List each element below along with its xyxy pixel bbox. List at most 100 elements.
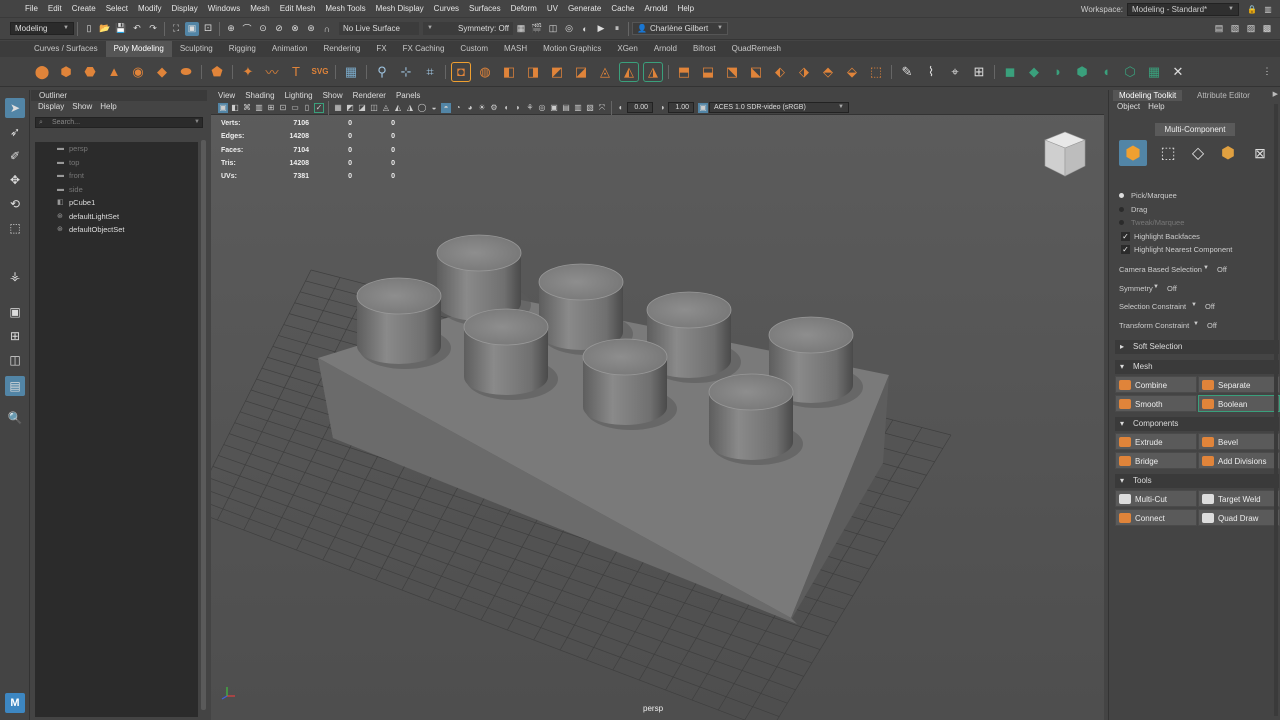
combine-button[interactable]: Combine <box>1115 376 1197 393</box>
workspace-dropdown[interactable]: Modeling - Standard* ▼ <box>1127 2 1239 16</box>
sidebar-toggle-icon[interactable]: ▤ <box>1212 22 1226 36</box>
uv-layout-icon[interactable]: ◖ <box>1096 62 1116 82</box>
menu-windows[interactable]: Windows <box>203 0 245 18</box>
outliner-item[interactable]: ⊛ defaultLightSet <box>35 210 198 224</box>
lock-icon[interactable]: 🔒 <box>1245 2 1259 16</box>
outliner-item[interactable]: ▬ side <box>35 183 198 197</box>
outliner-menu-help[interactable]: Help <box>96 101 120 113</box>
shelf-tab-custom[interactable]: Custom <box>452 41 496 57</box>
modeling-toolkit-icon[interactable]: ▧ <box>1228 22 1242 36</box>
safe-title-icon[interactable]: ▧ <box>585 103 595 113</box>
xray-joints-icon[interactable]: ◯ <box>417 103 427 113</box>
outliner-search[interactable]: ⌕ Search... ▼ <box>35 117 203 128</box>
open-scene-icon[interactable]: 📂 <box>98 22 112 36</box>
viewport-panel[interactable]: View Shading Lighting Show Renderer Panels ▣ … <box>211 90 1104 720</box>
snap-curve-icon[interactable]: ⌒ <box>240 22 254 36</box>
poly-disc-icon[interactable]: ⬬ <box>176 62 196 82</box>
account-dropdown[interactable]: 👤 Charlène Gilbert ▼ <box>632 22 728 35</box>
menu-uv[interactable]: UV <box>542 0 563 18</box>
multi-component-icon[interactable]: ◘ <box>451 61 471 82</box>
merge-icon[interactable]: ⬚ <box>866 62 886 82</box>
viewport-menu-show[interactable]: Show <box>318 90 348 101</box>
chevron-down-icon[interactable]: ▼ <box>1203 265 1209 271</box>
four-view-icon[interactable]: ⊞ <box>5 326 25 346</box>
outliner-menu-display[interactable]: Display <box>34 101 68 113</box>
film-gate-icon[interactable]: ▭ <box>290 103 300 113</box>
tab-modeling-toolkit[interactable]: Modeling Toolkit <box>1113 90 1183 101</box>
shelf-tab-xgen[interactable]: XGen <box>609 41 645 57</box>
target-weld-button[interactable]: Target Weld <box>1198 490 1280 507</box>
menu-arnold[interactable]: Arnold <box>639 0 672 18</box>
menu-edit-mesh[interactable]: Edit Mesh <box>275 0 321 18</box>
transform-constraint-value[interactable]: Off <box>1207 321 1217 330</box>
search-icon[interactable]: 🔍 <box>5 408 25 428</box>
uv-sew-icon[interactable]: ⬡ <box>1120 62 1140 82</box>
quad-draw-icon[interactable]: ⊞ <box>969 62 989 82</box>
type-tool-icon[interactable]: T <box>286 62 306 82</box>
safe-action-icon[interactable]: ▥ <box>573 103 583 113</box>
snap-view-icon[interactable]: ⊘ <box>272 22 286 36</box>
sweep-mesh-icon[interactable]: 〰 <box>262 62 282 82</box>
connect-button[interactable]: Connect <box>1115 509 1197 526</box>
fill-hole-icon[interactable]: ◩ <box>547 62 567 82</box>
selection-constraint-value[interactable]: Off <box>1205 302 1215 311</box>
menu-display[interactable]: Display <box>167 0 203 18</box>
shadows-icon[interactable]: ◭ <box>393 103 403 113</box>
components-section[interactable]: Components <box>1115 417 1279 431</box>
dof-icon[interactable]: ◕ <box>465 103 475 113</box>
smooth-shade-icon[interactable]: ◩ <box>345 103 355 113</box>
object-mode-icon[interactable]: ⬢ <box>1119 140 1147 166</box>
magnet-icon[interactable]: ∩ <box>320 22 334 36</box>
tweak-marquee-radio[interactable] <box>1119 220 1124 225</box>
construction-history-icon[interactable]: ▦ <box>514 22 528 36</box>
exposure-icon[interactable]: ◐ <box>616 103 626 113</box>
edge-loop-icon[interactable]: ⌇ <box>921 62 941 82</box>
menu-file[interactable]: File <box>20 0 43 18</box>
mesh-section[interactable]: Mesh <box>1115 360 1279 374</box>
uv-cut-icon[interactable]: ✕ <box>1168 62 1188 82</box>
smooth-icon[interactable]: ◬ <box>595 62 615 82</box>
menu-modify[interactable]: Modify <box>133 0 167 18</box>
pick-marquee-radio[interactable] <box>1119 193 1124 198</box>
outliner-item[interactable]: ◧ pCube1 <box>35 196 198 210</box>
menu-curves[interactable]: Curves <box>429 0 464 18</box>
drag-radio[interactable] <box>1119 207 1124 212</box>
render-view-icon[interactable]: ▶ <box>594 22 608 36</box>
texture-icon[interactable]: ⚘ <box>525 103 535 113</box>
add-divisions-button[interactable]: Add Divisions <box>1198 452 1280 469</box>
bridge-icon[interactable]: ⬓ <box>698 62 718 82</box>
menu-surfaces[interactable]: Surfaces <box>464 0 506 18</box>
scale-tool-icon[interactable]: ⬚ <box>5 218 25 238</box>
uv-planar-icon[interactable]: ◼ <box>1000 62 1020 82</box>
viewport-menu-panels[interactable]: Panels <box>391 90 425 101</box>
resolution-gate-icon[interactable]: ▯ <box>302 103 312 113</box>
chevron-down-icon[interactable]: ▼ <box>1153 284 1159 290</box>
mirror-icon[interactable]: ◪ <box>571 62 591 82</box>
image-plane-icon[interactable]: ▥ <box>254 103 264 113</box>
platonic-solid-icon[interactable]: ⬟ <box>207 62 227 82</box>
shelf-tab-quadremesh[interactable]: QuadRemesh <box>724 41 789 57</box>
bookmarks-icon[interactable]: ⌘ <box>242 103 252 113</box>
lights-icon[interactable]: ◬ <box>381 103 391 113</box>
panel-options-icon[interactable]: ▶ <box>1273 90 1278 98</box>
multi-cut-button[interactable]: Multi-Cut <box>1115 490 1197 507</box>
view-transform-dropdown[interactable]: ACES 1.0 SDR-video (sRGB) ▼ <box>709 102 849 113</box>
smooth-button[interactable]: Smooth <box>1115 395 1197 412</box>
separate-icon[interactable]: ◧ <box>499 62 519 82</box>
tools-section[interactable]: Tools <box>1115 474 1279 488</box>
shadow-icon[interactable]: ◗ <box>513 103 523 113</box>
xray-active-icon[interactable]: ⚙ <box>489 103 499 113</box>
shelf-options-icon[interactable]: ⋮ <box>1260 65 1274 79</box>
maya-logo-icon[interactable]: M <box>5 693 25 713</box>
save-scene-icon[interactable]: 💾 <box>114 22 128 36</box>
move-tool-icon[interactable]: ✥ <box>5 170 25 190</box>
highlight-nearest-checkbox[interactable]: ✓ <box>1121 245 1130 254</box>
show-manipulator-icon[interactable]: ⚶ <box>5 266 25 286</box>
toolkit-scrollbar[interactable] <box>1274 104 1278 716</box>
add-divisions-icon[interactable]: ⬗ <box>794 62 814 82</box>
bridge-button[interactable]: Bridge <box>1115 452 1197 469</box>
uv-camera-icon[interactable]: ◗ <box>1048 62 1068 82</box>
shelf-tab-animation[interactable]: Animation <box>264 41 316 57</box>
shelf-tab-motion-graphics[interactable]: Motion Graphics <box>535 41 609 57</box>
redo-icon[interactable]: ↷ <box>146 22 160 36</box>
